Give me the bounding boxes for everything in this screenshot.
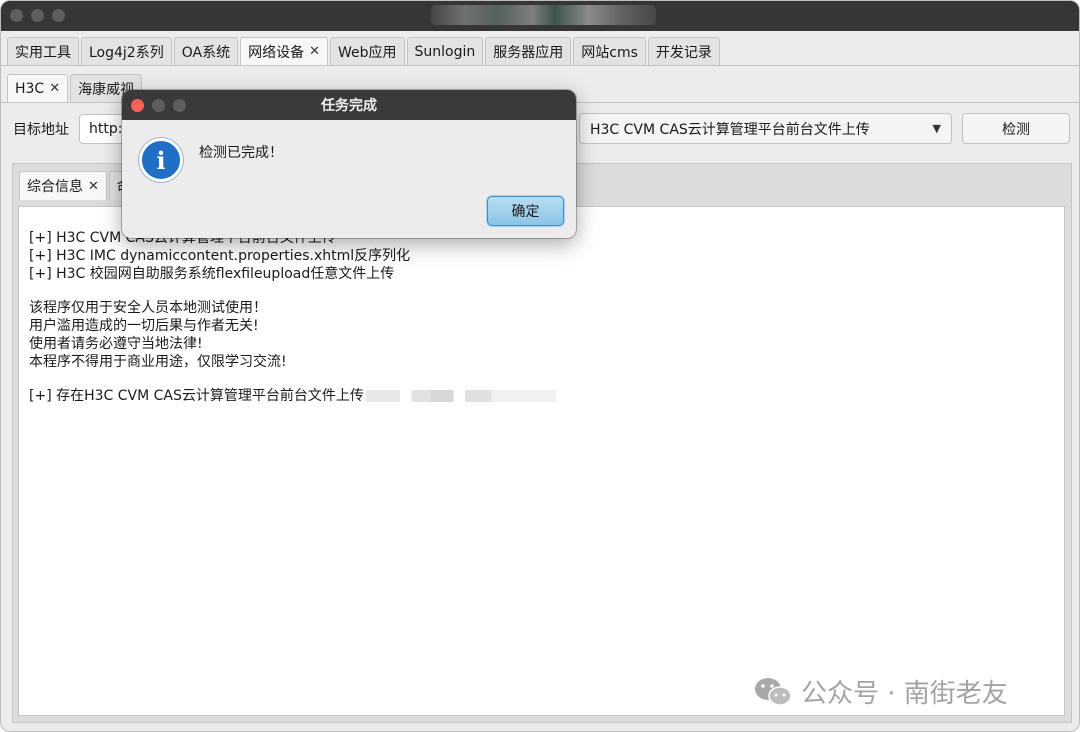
main-tab-label: Sunlogin [414,43,476,60]
main-tab-label: Web应用 [337,44,397,61]
output-line-text: 使用者请务必遵守当地法律! [29,336,203,352]
main-tab-2[interactable]: OA系统 [173,37,239,65]
dialog-close-button[interactable] [131,99,144,112]
sub-tab-0[interactable]: H3C ✕ [7,74,69,102]
close-icon[interactable]: ✕ [309,44,320,59]
close-window-button[interactable] [10,9,23,22]
output-text-area[interactable]: [+] H3C CVM CAS云计算管理平台前台文件上传 [+] H3C IMC … [18,206,1065,716]
main-tab-label: OA系统 [181,44,231,61]
zoom-window-button[interactable] [52,9,65,22]
main-tab-label: Log4j2系列 [89,44,164,61]
redacted-url-block [365,390,556,402]
output-line: 该程序仅用于安全人员本地测试使用！ [29,299,1054,317]
output-line: [+] H3C IMC dynamiccontent.properties.xh… [29,247,1054,265]
main-tab-divider [1,65,1079,66]
output-line-text: [+] H3C IMC dynamiccontent.properties.xh… [29,248,411,264]
output-line-text: [+] H3C 校园网自助服务系统flexfileupload任意文件上传 [29,266,395,282]
close-icon[interactable]: ✕ [49,81,60,96]
result-panel: 综合信息✕命 [+] H3C CVM CAS云计算管理平台前台文件上传[+] H… [12,163,1072,723]
output-line: [+] H3C 校园网自助服务系统flexfileupload任意文件上传 [29,265,1054,283]
exploit-select-value: H3C CVM CAS云计算管理平台前台文件上传 [590,121,870,138]
output-line-text: [+] 存在H3C CVM CAS云计算管理平台前台文件上传 [29,388,364,404]
window-title-redacted [431,5,656,25]
main-tab-label: 服务器应用 [493,44,564,61]
main-tab-0[interactable]: 实用工具 [7,37,79,65]
target-address-label: 目标地址 [13,122,69,138]
output-line: 用户滥用造成的一切后果与作者无关! [29,317,1054,335]
dialog-title: 任务完成 [321,98,377,114]
main-tab-4[interactable]: Web应用 [329,37,405,65]
main-tab-label: 网络设备 [248,44,305,61]
main-tab-6[interactable]: 服务器应用 [485,37,572,65]
info-icon: i [139,138,183,182]
chevron-down-icon: ▼ [932,122,941,135]
output-line-text: 用户滥用造成的一切后果与作者无关! [29,318,259,334]
main-tab-bar: 实用工具 Log4j2系列 OA系统 网络设备 ✕ Web应用 Sunlogin 服务器应用网… [1,37,1079,65]
dialog-title-bar: 任务完成 [122,90,576,120]
sub-tab-label: H3C [15,80,45,97]
main-tab-label: 网站cms [581,44,638,61]
result-tab-label: 综合信息 [27,179,83,195]
output-line-text: 本程序不得用于商业用途，仅限学习交流! [29,354,287,370]
close-icon[interactable]: ✕ [88,179,99,194]
watermark: 公众号 · 南街老友 [753,673,1008,710]
dialog-message: 检测已完成！ [199,145,283,161]
result-tab-0[interactable]: 综合信息 ✕ [19,171,107,200]
dialog-zoom-button [173,99,186,112]
main-tab-label: 开发记录 [655,44,712,61]
main-tab-label: 实用工具 [15,44,71,61]
ok-button[interactable]: 确定 [487,196,564,226]
app-window: 实用工具 Log4j2系列 OA系统 网络设备 ✕ Web应用 Sunlogin 服务器应用网… [0,0,1080,732]
detect-button[interactable]: 检测 [962,113,1070,144]
main-tab-7[interactable]: 网站cms [573,37,646,65]
output-line-text: 该程序仅用于安全人员本地测试使用！ [29,300,267,316]
main-tab-1[interactable]: Log4j2系列 [81,37,172,65]
title-bar [1,1,1079,31]
dialog-minimize-button [152,99,165,112]
wechat-icon [755,677,792,706]
output-line: 使用者请务必遵守当地法律! [29,335,1054,353]
minimize-window-button[interactable] [31,9,44,22]
main-tab-8[interactable]: 开发记录 [647,37,720,65]
exploit-select[interactable]: H3C CVM CAS云计算管理平台前台文件上传 ▼ [579,113,952,144]
result-tab-bar: 综合信息✕命 [19,171,139,200]
output-line: 本程序不得用于商业用途，仅限学习交流! [29,353,1054,371]
task-complete-dialog: 任务完成 i 检测已完成！ 确定 [122,90,576,238]
main-tab-3[interactable]: 网络设备 ✕ [240,37,328,65]
watermark-text: 公众号 · 南街老友 [801,679,1008,709]
output-line: [+] 存在H3C CVM CAS云计算管理平台前台文件上传 [29,387,1054,405]
main-tab-5[interactable]: Sunlogin [406,37,484,65]
